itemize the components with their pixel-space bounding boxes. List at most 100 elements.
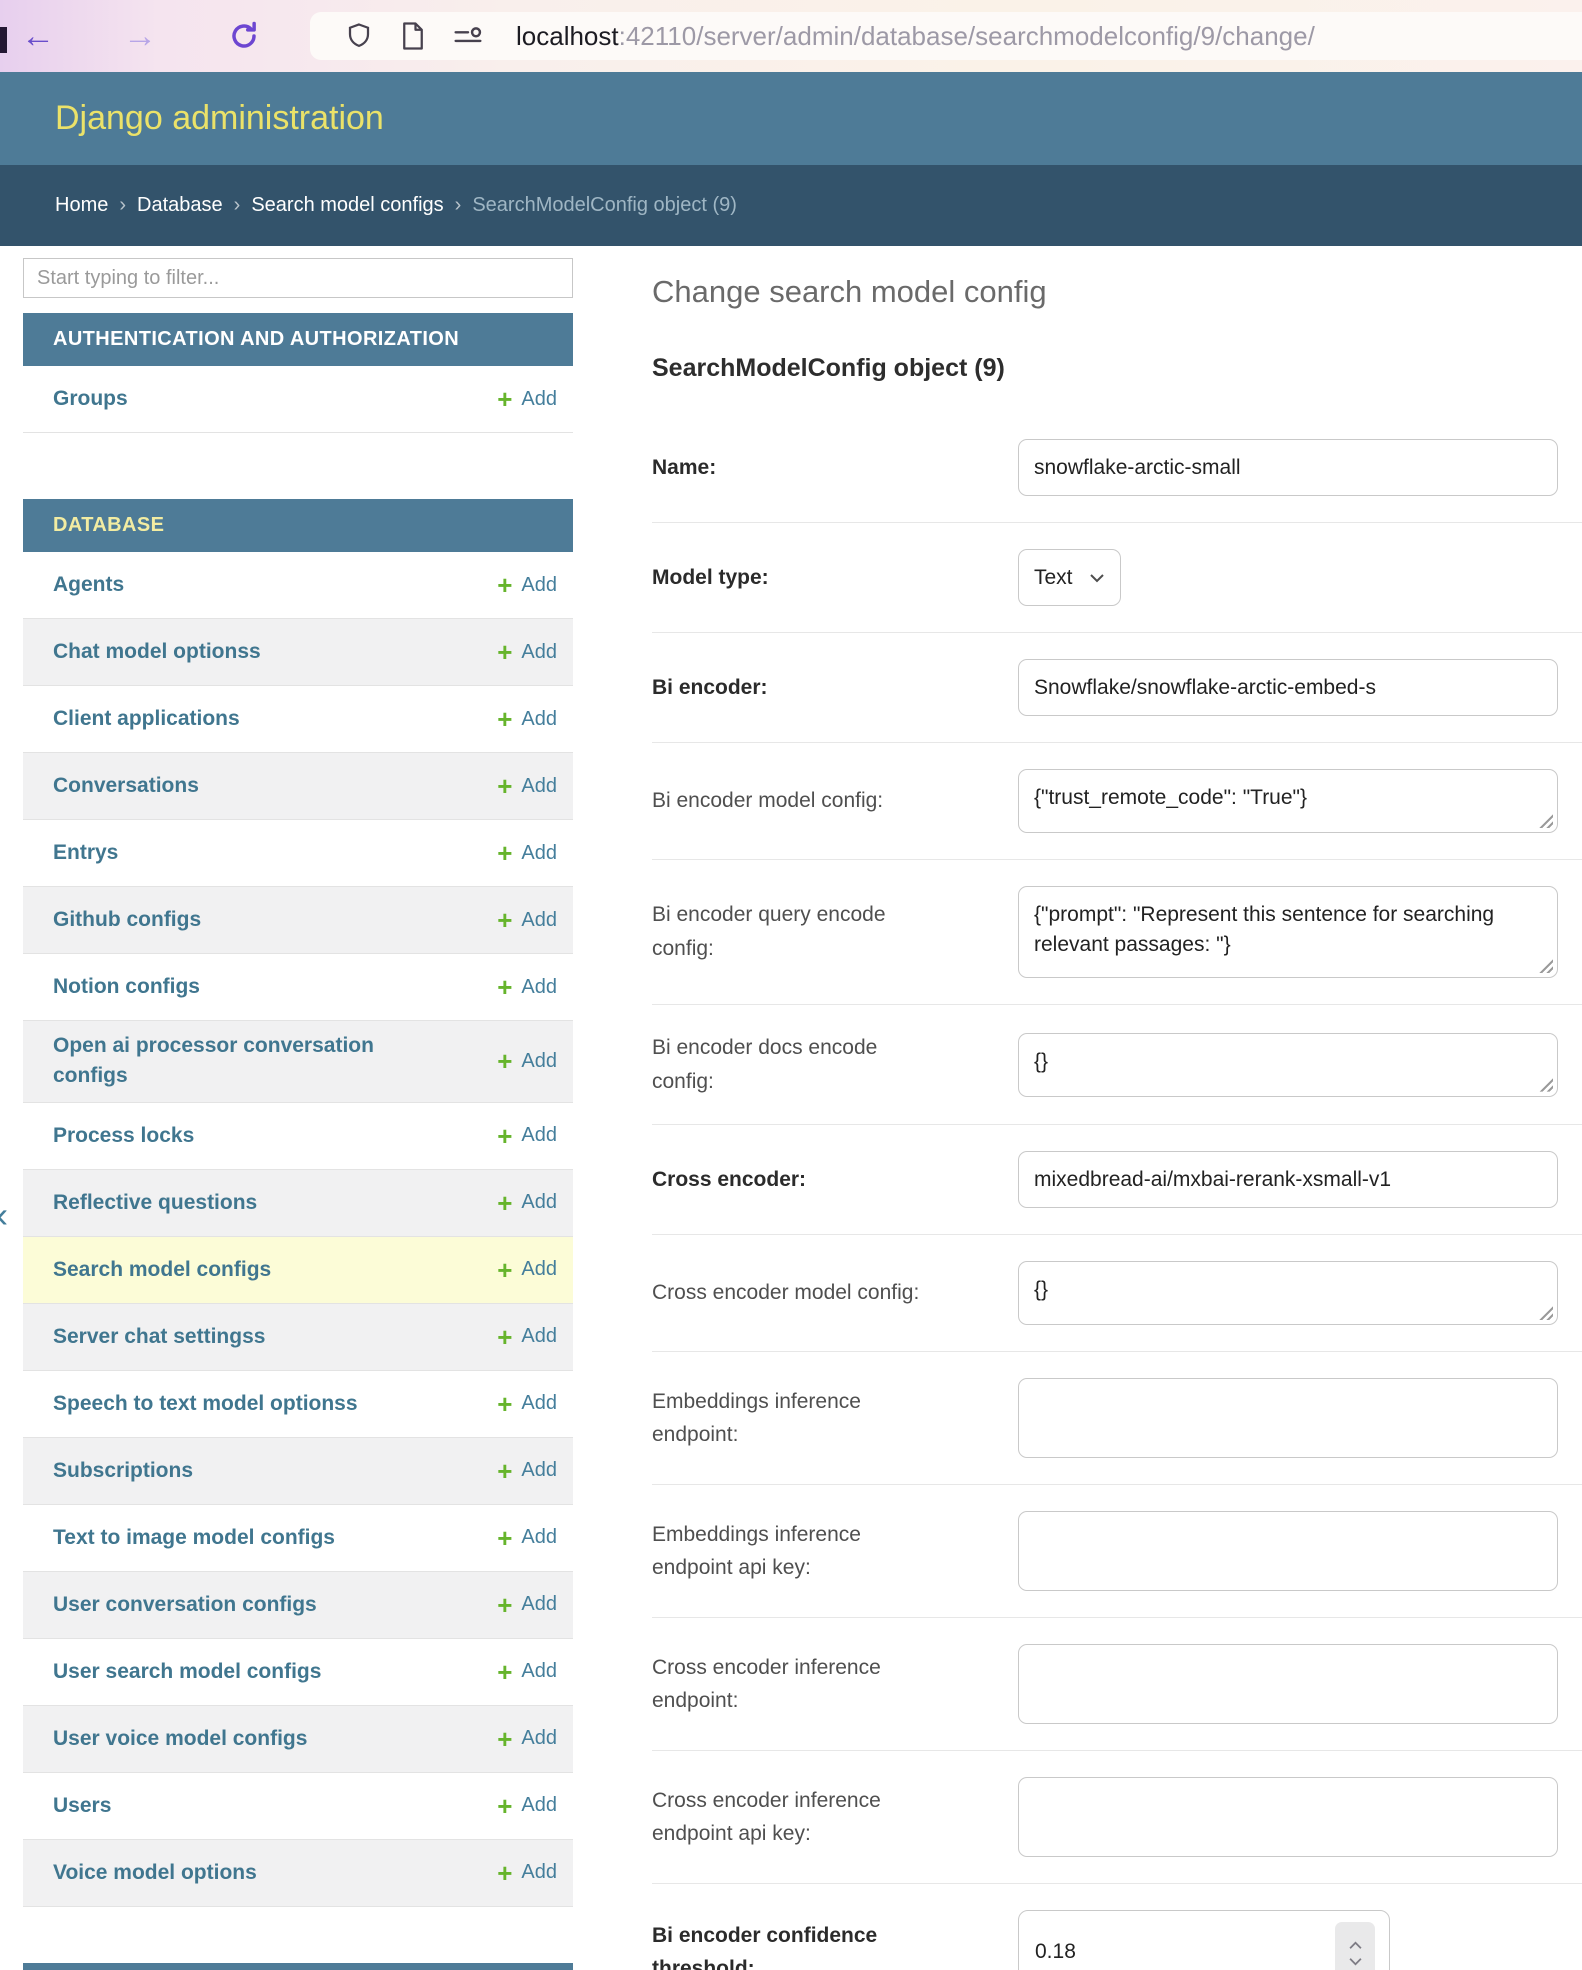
sidebar-item-label[interactable]: Open ai processor conversation configs	[53, 1031, 383, 1092]
add-label: Add	[521, 1459, 557, 1482]
sidebar-item-label[interactable]: Voice model options	[53, 1858, 257, 1888]
add-button[interactable]: +Add	[497, 773, 557, 799]
number-spinner[interactable]	[1335, 1922, 1375, 1970]
sidebar-item-label[interactable]: Agents	[53, 570, 124, 600]
sidebar-item-chat-model-optionss[interactable]: Chat model optionss +Add	[23, 619, 573, 686]
sidebar-item-label[interactable]: Speech to text model optionss	[53, 1389, 358, 1419]
sidebar-item-voice-model-options[interactable]: Voice model options +Add	[23, 1840, 573, 1907]
add-button[interactable]: +Add	[497, 1324, 557, 1350]
sidebar-item-label[interactable]: Subscriptions	[53, 1456, 193, 1486]
add-button[interactable]: +Add	[497, 1726, 557, 1752]
bi-encoder-input[interactable]	[1018, 659, 1558, 716]
browser-forward-button[interactable]: →	[112, 0, 168, 72]
url-bar[interactable]: localhost:42110/server/admin/database/se…	[310, 12, 1582, 60]
add-button[interactable]: +Add	[497, 1525, 557, 1551]
cross-encoder-inference-endpoint-input[interactable]	[1018, 1644, 1558, 1724]
add-button[interactable]: +Add	[497, 1860, 557, 1886]
add-label: Add	[521, 1526, 557, 1549]
sidebar-item-label[interactable]: Text to image model configs	[53, 1523, 335, 1553]
bi-encoder-query-encode-config-textarea[interactable]: {"prompt": "Represent this sentence for …	[1018, 886, 1558, 978]
sidebar-item-server-chat-settingss[interactable]: Server chat settingss +Add	[23, 1304, 573, 1371]
sidebar-item-label[interactable]: Conversations	[53, 771, 199, 801]
sidebar-item-label[interactable]: User voice model configs	[53, 1724, 307, 1754]
sidebar-item-user-conversation-configs[interactable]: User conversation configs +Add	[23, 1572, 573, 1639]
bi-encoder-confidence-threshold-input[interactable]: 0.18	[1018, 1910, 1390, 1970]
sidebar-collapse-toggle[interactable]: «	[0, 1194, 8, 1236]
sidebar-item-users[interactable]: Users +Add	[23, 1773, 573, 1840]
sidebar-item-groups[interactable]: Groups +Add	[23, 366, 573, 433]
sidebar-item-subscriptions[interactable]: Subscriptions +Add	[23, 1438, 573, 1505]
sidebar-item-label[interactable]: User conversation configs	[53, 1590, 317, 1620]
page-icon[interactable]	[400, 21, 426, 51]
sidebar-item-user-search-model-configs[interactable]: User search model configs +Add	[23, 1639, 573, 1706]
textarea-value: {"prompt": "Represent this sentence for …	[1034, 903, 1494, 956]
sidebar-item-notion-configs[interactable]: Notion configs +Add	[23, 954, 573, 1021]
add-label: Add	[521, 388, 557, 411]
sidebar-item-user-voice-model-configs[interactable]: User voice model configs +Add	[23, 1706, 573, 1773]
sidebar-item-label[interactable]: Users	[53, 1791, 111, 1821]
resize-handle[interactable]	[1537, 812, 1553, 828]
sidebar-item-label[interactable]: Server chat settingss	[53, 1322, 265, 1352]
breadcrumb-search-model-configs[interactable]: Search model configs	[251, 194, 443, 217]
add-groups-button[interactable]: +Add	[497, 386, 557, 412]
sidebar-item-label[interactable]: User search model configs	[53, 1657, 321, 1687]
add-button[interactable]: +Add	[497, 840, 557, 866]
sidebar-item-text-to-image-model-configs[interactable]: Text to image model configs +Add	[23, 1505, 573, 1572]
plus-icon: +	[497, 773, 512, 799]
sidebar-item-label[interactable]: Groups	[53, 384, 128, 414]
embeddings-inference-endpoint-input[interactable]	[1018, 1378, 1558, 1458]
sidebar-item-speech-to-text-model-optionss[interactable]: Speech to text model optionss +Add	[23, 1371, 573, 1438]
sidebar-item-process-locks[interactable]: Process locks +Add	[23, 1103, 573, 1170]
cross-encoder-model-config-textarea[interactable]: {}	[1018, 1261, 1558, 1325]
add-button[interactable]: +Add	[497, 639, 557, 665]
add-button[interactable]: +Add	[497, 907, 557, 933]
add-button[interactable]: +Add	[497, 1123, 557, 1149]
add-button[interactable]: +Add	[497, 1659, 557, 1685]
add-button[interactable]: +Add	[497, 1190, 557, 1216]
name-input[interactable]	[1018, 439, 1558, 496]
add-button[interactable]: +Add	[497, 1592, 557, 1618]
add-button[interactable]: +Add	[497, 1458, 557, 1484]
sidebar-item-label[interactable]: Client applications	[53, 704, 240, 734]
breadcrumb-database[interactable]: Database	[137, 194, 223, 217]
add-button[interactable]: +Add	[497, 706, 557, 732]
resize-handle[interactable]	[1537, 1076, 1553, 1092]
add-button[interactable]: +Add	[497, 1048, 557, 1074]
sidebar-item-entrys[interactable]: Entrys +Add	[23, 820, 573, 887]
sidebar-filter-input[interactable]	[23, 258, 573, 298]
shield-icon[interactable]	[344, 21, 374, 51]
browser-refresh-button[interactable]	[216, 0, 272, 72]
sidebar-item-client-applications[interactable]: Client applications +Add	[23, 686, 573, 753]
breadcrumb-home[interactable]: Home	[55, 194, 108, 217]
sidebar-item-label[interactable]: Reflective questions	[53, 1188, 257, 1218]
sidebar-item-label[interactable]: Github configs	[53, 905, 201, 935]
sidebar-item-label[interactable]: Chat model optionss	[53, 637, 261, 667]
sidebar-item-reflective-questions[interactable]: Reflective questions +Add	[23, 1170, 573, 1237]
add-button[interactable]: +Add	[497, 1391, 557, 1417]
sidebar-item-label[interactable]: Notion configs	[53, 972, 200, 1002]
site-title[interactable]: Django administration	[55, 99, 384, 138]
bi-encoder-docs-encode-config-textarea[interactable]: {}	[1018, 1033, 1558, 1097]
container-tab-icon[interactable]	[452, 23, 484, 49]
add-button[interactable]: +Add	[497, 974, 557, 1000]
embeddings-inference-endpoint-api-key-input[interactable]	[1018, 1511, 1558, 1591]
sidebar-item-open-ai-processor-conversation-configs[interactable]: Open ai processor conversation configs +…	[23, 1021, 573, 1103]
bi-encoder-model-config-textarea[interactable]: {"trust_remote_code": "True"}	[1018, 769, 1558, 833]
sidebar-item-agents[interactable]: Agents +Add	[23, 552, 573, 619]
browser-back-button[interactable]: ←	[10, 0, 66, 72]
add-button[interactable]: +Add	[497, 572, 557, 598]
sidebar-item-github-configs[interactable]: Github configs +Add	[23, 887, 573, 954]
number-value: 0.18	[1035, 1940, 1076, 1964]
sidebar-item-label[interactable]: Entrys	[53, 838, 118, 868]
cross-encoder-input[interactable]	[1018, 1151, 1558, 1208]
sidebar-item-conversations[interactable]: Conversations +Add	[23, 753, 573, 820]
sidebar-item-search-model-configs-selected[interactable]: Search model configs +Add	[23, 1237, 573, 1304]
add-button[interactable]: +Add	[497, 1793, 557, 1819]
model-type-select[interactable]: Text	[1018, 549, 1121, 606]
add-button[interactable]: +Add	[497, 1257, 557, 1283]
resize-handle[interactable]	[1537, 1304, 1553, 1320]
resize-handle[interactable]	[1537, 957, 1553, 973]
sidebar-item-label[interactable]: Process locks	[53, 1121, 194, 1151]
cross-encoder-inference-endpoint-api-key-input[interactable]	[1018, 1777, 1558, 1857]
sidebar-item-label[interactable]: Search model configs	[53, 1255, 271, 1285]
